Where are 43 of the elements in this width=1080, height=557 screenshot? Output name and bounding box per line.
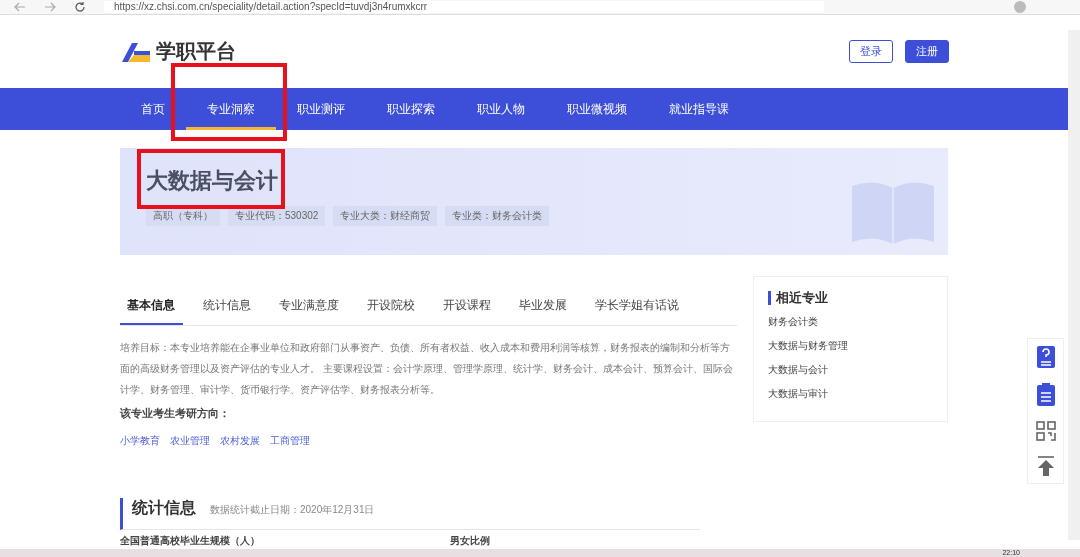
description-text: 培养目标：本专业培养能在企事业单位和政府部门从事资产、负债、所有者权益、收入成本和费用利润等核算，财务报表的编制和分析等方面的高级财务管理以及资产评估的专业人才。 主要课程设置：会计学原理、管理学原理、统计学、财务会计、成本会计、预算会计、国际会计学、财务管理、审计学、货币银行学、资产评估学、财务报表分析等。: [120, 341, 734, 397]
nav-item[interactable]: 职业测评: [276, 88, 366, 130]
register-button[interactable]: 注册: [905, 40, 949, 63]
date-note: 数据统计截止日期：2020年12月31日: [210, 503, 375, 517]
section-title: 统计信息: [132, 498, 196, 518]
scrollbar[interactable]: [1068, 30, 1080, 540]
major-title: 大数据与会计: [146, 167, 279, 195]
subsection-title: 全国普通高校毕业生规模（人）: [120, 534, 261, 548]
related-link[interactable]: 大数据与审计: [768, 387, 933, 401]
tab[interactable]: 专业满意度: [271, 291, 347, 325]
nav-item[interactable]: 专业洞察: [186, 88, 276, 130]
nav-item[interactable]: 首页: [120, 88, 186, 130]
related-link[interactable]: 大数据与财务管理: [768, 339, 933, 353]
clipboard-icon[interactable]: [1035, 383, 1056, 407]
logo-icon: [120, 40, 152, 63]
nav-item[interactable]: 职业人物: [456, 88, 546, 130]
back-to-top-icon[interactable]: [1035, 455, 1056, 477]
qr-code-icon[interactable]: [1035, 421, 1056, 441]
postgrad-link[interactable]: 农村发展: [220, 434, 260, 448]
tab[interactable]: 学长学姐有话说: [587, 291, 687, 325]
postgrad-heading: 该专业考生考研方向：: [120, 406, 231, 421]
postgrad-link[interactable]: 农业管理: [170, 434, 210, 448]
tab[interactable]: 开设院校: [359, 291, 423, 325]
postgrad-link[interactable]: 小学教育: [120, 434, 160, 448]
address-bar[interactable]: https://xz.chsi.com.cn/speciality/detail.action?specId=tuvdj3n4rumxkcrr: [104, 1, 824, 13]
nav-item[interactable]: 职业微视频: [546, 88, 648, 130]
info-tag: 专业类：财务会计类: [445, 206, 550, 226]
tab[interactable]: 基本信息: [120, 291, 183, 325]
login-button[interactable]: 登录: [849, 40, 893, 63]
related-title: 相近专业: [768, 291, 933, 305]
subsection-title: 男女比例: [450, 534, 490, 548]
tab[interactable]: 统计信息: [195, 291, 259, 325]
reload-icon[interactable]: [74, 1, 86, 13]
logo-text: 学职平台: [156, 39, 236, 64]
postgrad-link[interactable]: 工商管理: [270, 434, 310, 448]
tab[interactable]: 开设课程: [435, 291, 499, 325]
info-tag: 专业大类：财经商贸: [333, 206, 438, 226]
question-icon[interactable]: [1035, 345, 1056, 369]
nav-item[interactable]: 职业探索: [366, 88, 456, 130]
tab[interactable]: 毕业发展: [511, 291, 575, 325]
related-link[interactable]: 大数据与会计: [768, 363, 933, 377]
related-link[interactable]: 财务会计类: [768, 315, 933, 329]
nav-item[interactable]: 就业指导课: [648, 88, 750, 130]
